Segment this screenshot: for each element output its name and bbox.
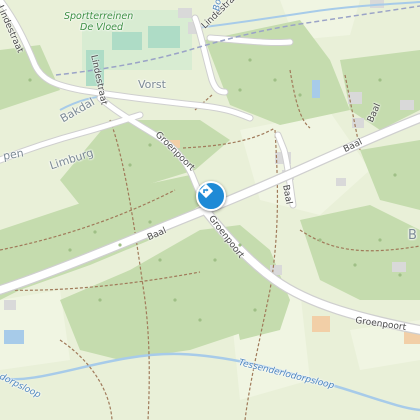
map-view[interactable]: Lindestraat Lindestraat Lindestraat Spor…	[0, 0, 420, 420]
directions-marker[interactable]	[196, 181, 226, 211]
directions-icon	[198, 183, 214, 199]
